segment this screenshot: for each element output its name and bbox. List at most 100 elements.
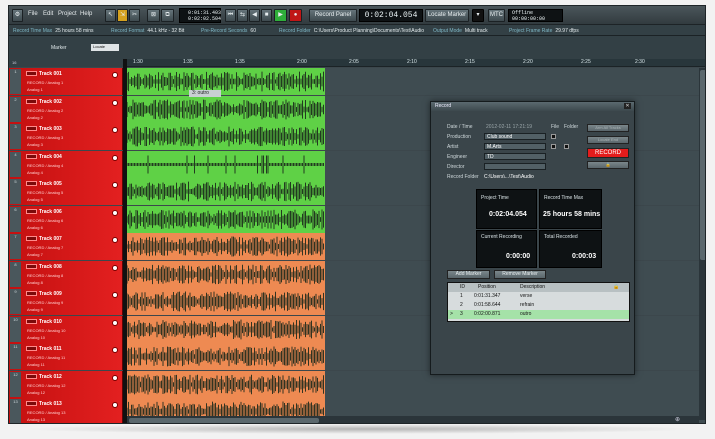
playhead-cursor[interactable] — [123, 59, 127, 423]
stop-icon[interactable]: ■ — [261, 9, 272, 22]
audio-clip[interactable] — [126, 123, 325, 150]
rewind-icon[interactable]: ⏮ — [225, 9, 236, 22]
track-state-icon[interactable] — [26, 98, 37, 104]
record-panel-button[interactable]: Record Panel — [309, 9, 357, 22]
record-arm-icon[interactable] — [112, 237, 118, 243]
audio-clip[interactable] — [126, 370, 325, 398]
track-header[interactable]: 7 Track 007 RECORD / Analog 7 Analog 7 — [9, 233, 123, 260]
audio-clip[interactable] — [126, 260, 325, 288]
column-id[interactable]: ID — [460, 284, 465, 290]
column-description[interactable]: Description — [520, 284, 545, 290]
audio-clip[interactable] — [126, 68, 325, 95]
track-header[interactable]: 5 Track 005 RECORD / Analog 5 Analog 5 — [9, 178, 123, 205]
track-state-icon[interactable] — [26, 318, 37, 324]
locate-end-button[interactable]: Locate End — [587, 136, 629, 144]
horizontal-scroll-thumb[interactable] — [129, 418, 319, 423]
track-state-icon[interactable] — [26, 263, 37, 269]
track-row[interactable]: 1 Track 001 RECORD / Analog 1 Analog 1 — [9, 68, 705, 95]
track-state-icon[interactable] — [26, 401, 37, 406]
record-arm-icon[interactable] — [112, 154, 118, 161]
audio-clip[interactable] — [126, 233, 325, 260]
record-arm-icon[interactable] — [112, 292, 118, 298]
track-header[interactable]: 13 Track 013 RECORD / Analog 13 Analog 13 — [9, 398, 123, 423]
gear-icon[interactable]: ⚙ — [12, 9, 23, 22]
track-header[interactable]: 9 Track 009 RECORD / Analog 9 Analog 9 — [9, 288, 123, 315]
cycle-icon[interactable]: ⇆ — [237, 9, 248, 22]
audio-clip[interactable] — [126, 288, 325, 315]
track-header[interactable]: 2 Track 002 RECORD / Analog 2 Analog 2 — [9, 95, 123, 123]
column-position[interactable]: Position — [478, 284, 496, 290]
record-arm-icon[interactable] — [112, 374, 118, 381]
range-tool-icon[interactable]: ⇲ — [117, 9, 128, 22]
track-state-icon[interactable] — [26, 71, 37, 76]
mtc-button[interactable]: MTC — [488, 9, 505, 22]
audio-clip[interactable] — [126, 150, 325, 178]
horizontal-scrollbar[interactable]: ⊕ — [127, 416, 699, 423]
record-arm-icon[interactable] — [112, 319, 118, 326]
track-state-icon[interactable] — [26, 208, 37, 214]
grid-icon[interactable]: ⧉ — [161, 9, 174, 22]
locate-marker-select[interactable]: Locate Marker — [425, 9, 469, 22]
track-state-icon[interactable] — [26, 373, 37, 379]
audio-clip[interactable] — [126, 205, 325, 233]
production-file-checkbox[interactable] — [551, 134, 556, 139]
timeline-ruler[interactable]: 1:30 1:35 1:35 2:00 2:05 2:10 2:15 2:20 … — [127, 59, 705, 67]
track-header[interactable]: 4 Track 004 RECORD / Analog 4 Analog 4 — [9, 150, 123, 178]
table-row[interactable]: 1 0:01:31.347 verse — [448, 292, 629, 301]
vertical-scroll-thumb[interactable] — [700, 70, 705, 260]
track-state-icon[interactable] — [26, 153, 37, 159]
lock-icon[interactable]: 🔒 — [587, 161, 629, 169]
menu-file[interactable]: File — [28, 11, 38, 17]
track-header[interactable]: 12 Track 012 RECORD / Analog 12 Analog 12 — [9, 370, 123, 398]
menu-help[interactable]: Help — [80, 11, 92, 17]
close-icon[interactable]: ✕ — [624, 103, 631, 109]
record-icon[interactable]: ● — [289, 9, 302, 22]
audio-clip[interactable] — [126, 178, 325, 205]
audio-clip[interactable] — [126, 95, 325, 123]
director-field[interactable] — [484, 163, 546, 170]
record-arm-icon[interactable] — [112, 127, 118, 133]
track-header[interactable]: 3 Track 003 RECORD / Analog 3 Analog 3 — [9, 123, 123, 150]
table-row-selected[interactable]: > 3 0:02:00.871 outro — [448, 310, 629, 319]
track-header[interactable]: 1 Track 001 RECORD / Analog 1 Analog 1 — [9, 68, 123, 95]
snap-icon[interactable]: ⊠ — [147, 9, 160, 22]
record-arm-icon[interactable] — [112, 402, 118, 408]
track-state-icon[interactable] — [26, 126, 37, 131]
audio-clip[interactable] — [126, 343, 325, 370]
artist-folder-checkbox[interactable] — [564, 144, 569, 149]
table-row[interactable]: 2 0:01:58.644 refrain — [448, 301, 629, 310]
menu-project[interactable]: Project — [58, 11, 77, 17]
track-header[interactable]: 6 Track 006 RECORD / Analog 6 Analog 6 — [9, 205, 123, 233]
record-button[interactable]: RECORD — [587, 148, 629, 158]
engineer-field[interactable]: TD — [484, 153, 546, 160]
track-state-icon[interactable] — [26, 346, 37, 351]
pointer-tool-icon[interactable]: ↖ — [105, 9, 116, 22]
back-icon[interactable]: ◀ — [249, 9, 260, 22]
track-state-icon[interactable] — [26, 236, 37, 241]
zoom-icon[interactable]: ⊕ — [675, 416, 680, 423]
record-arm-icon[interactable] — [112, 182, 118, 188]
track-header[interactable]: 10 Track 010 RECORD / Analog 10 Analog 10 — [9, 315, 123, 343]
add-marker-button[interactable]: Add Marker — [447, 270, 490, 279]
arm-all-button[interactable]: Arm All Tracks — [587, 124, 629, 132]
track-state-icon[interactable] — [26, 291, 37, 296]
vertical-scrollbar[interactable] — [699, 68, 705, 420]
track-header[interactable]: 11 Track 011 RECORD / Analog 11 Analog 11 — [9, 343, 123, 370]
record-arm-icon[interactable] — [112, 209, 118, 216]
track-state-icon[interactable] — [26, 181, 37, 186]
remove-marker-button[interactable]: Remove Marker — [494, 270, 546, 279]
split-tool-icon[interactable]: ✂ — [129, 9, 140, 22]
artist-file-checkbox[interactable] — [551, 144, 556, 149]
audio-clip[interactable] — [126, 315, 325, 343]
play-icon[interactable]: ▶ — [274, 9, 287, 22]
record-arm-icon[interactable] — [112, 72, 118, 78]
record-arm-icon[interactable] — [112, 99, 118, 106]
marker-flag[interactable]: 3: outro — [189, 90, 221, 97]
locate-select[interactable]: Locate — [91, 44, 119, 51]
track-header[interactable]: 8 Track 008 RECORD / Analog 8 Analog 8 — [9, 260, 123, 288]
menu-edit[interactable]: Edit — [43, 11, 53, 17]
artist-field[interactable]: M.Arts — [484, 143, 546, 150]
record-arm-icon[interactable] — [112, 347, 118, 353]
production-field[interactable]: Club sound — [484, 133, 546, 140]
record-arm-icon[interactable] — [112, 264, 118, 271]
